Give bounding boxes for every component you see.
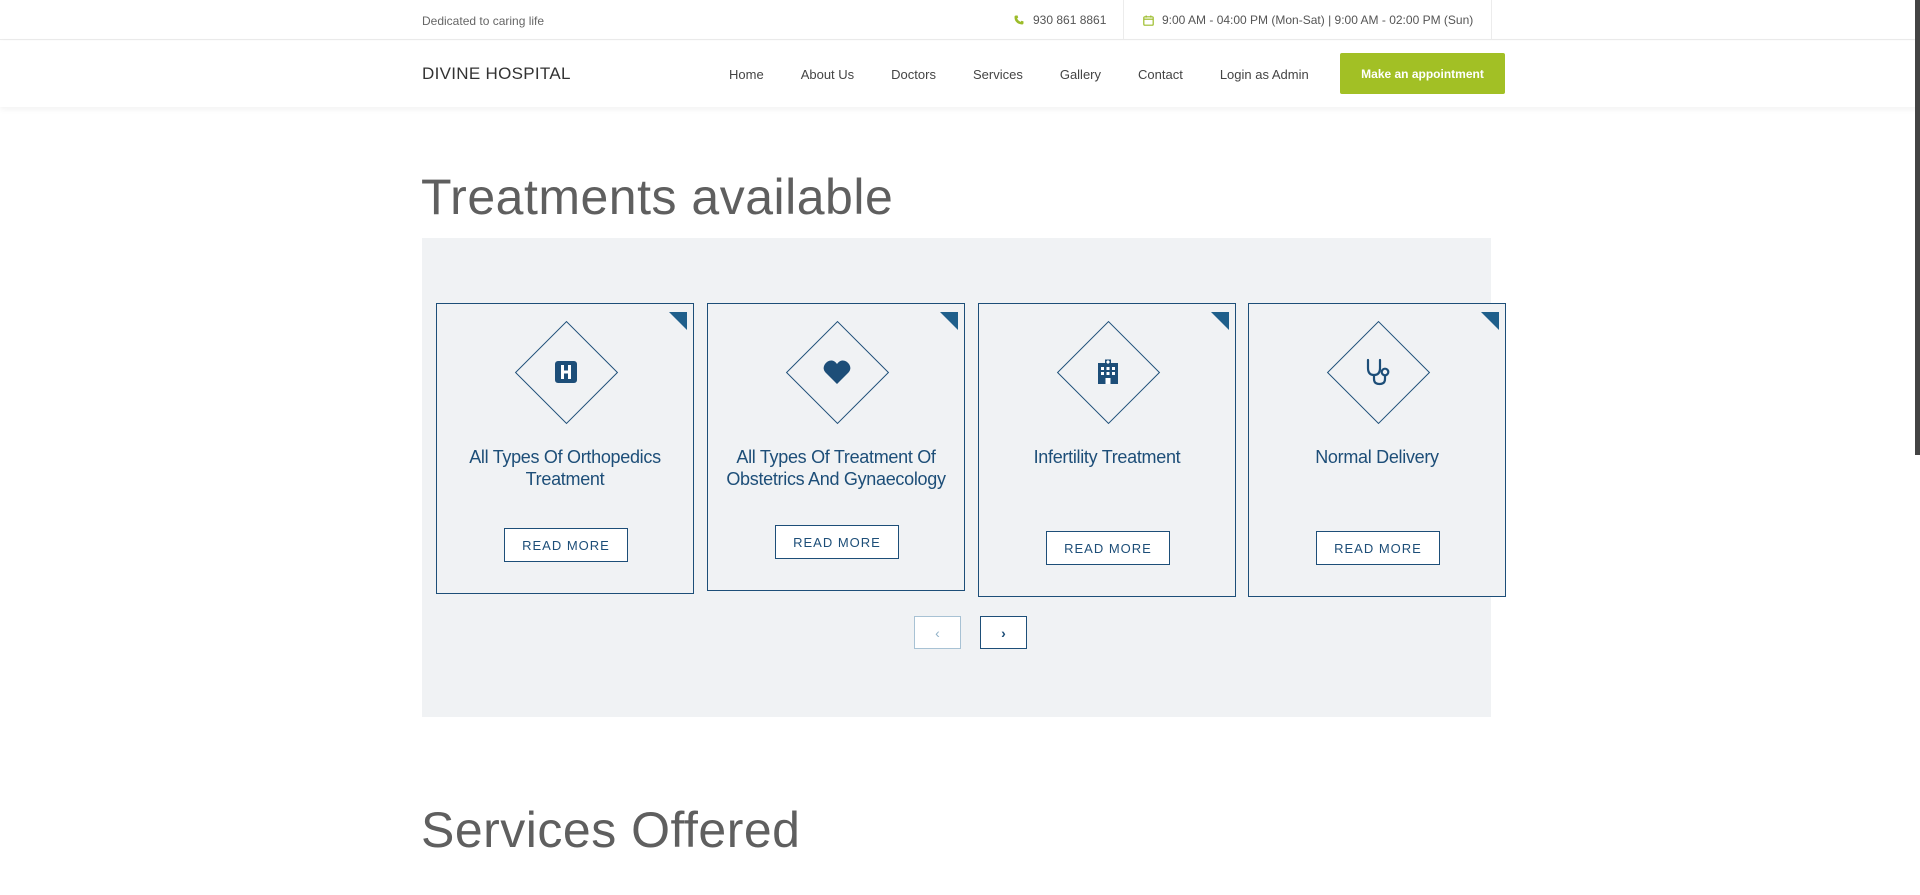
nav-home[interactable]: Home [729, 67, 764, 82]
card-corner-marker [940, 312, 958, 330]
brand-logo[interactable]: DIVINE HOSPITAL [422, 64, 571, 84]
main-nav: Home About Us Doctors Services Gallery C… [729, 41, 1309, 107]
read-more-button[interactable]: READ MORE [504, 528, 628, 562]
card-icon-frame [514, 320, 618, 424]
hospital-h-icon [551, 357, 581, 387]
hospital-building-icon [1093, 357, 1123, 387]
card-title: All Types Of Treatment Of Obstetrics And… [726, 447, 946, 489]
stethoscope-icon [1363, 357, 1393, 387]
make-appointment-button[interactable]: Make an appointment [1340, 53, 1505, 94]
carousel-prev-button[interactable]: ‹ [914, 616, 961, 649]
card-title: Infertility Treatment [1033, 447, 1181, 467]
card-corner-marker [669, 312, 687, 330]
services-title: Services Offered [421, 802, 801, 858]
nav-about-us[interactable]: About Us [801, 67, 854, 82]
page-scrollbar[interactable] [1915, 0, 1920, 455]
card-title: All Types Of Orthopedics Treatment [469, 447, 661, 489]
treatment-card: All Types Of Orthopedics Treatment READ … [436, 303, 694, 594]
card-title: Normal Delivery [1315, 447, 1439, 467]
treatment-card: All Types Of Treatment Of Obstetrics And… [707, 303, 965, 591]
read-more-button[interactable]: READ MORE [1316, 531, 1440, 565]
heart-icon [822, 357, 852, 387]
nav-gallery[interactable]: Gallery [1060, 67, 1101, 82]
nav-doctors[interactable]: Doctors [891, 67, 936, 82]
read-more-button[interactable]: READ MORE [1046, 531, 1170, 565]
nav-contact[interactable]: Contact [1138, 67, 1183, 82]
treatments-title: Treatments available [421, 169, 894, 225]
card-icon-frame [1326, 320, 1430, 424]
phone-icon [1013, 14, 1025, 26]
nav-services[interactable]: Services [973, 67, 1023, 82]
card-icon-frame [1056, 320, 1160, 424]
card-corner-marker [1211, 312, 1229, 330]
treatment-card: Normal Delivery READ MORE [1248, 303, 1506, 597]
card-corner-marker [1481, 312, 1499, 330]
card-icon-frame [785, 320, 889, 424]
top-info-bar: Dedicated to caring life 930 861 8861 9:… [0, 0, 1920, 40]
tagline: Dedicated to caring life [422, 14, 545, 28]
phone-number: 930 861 8861 [1033, 13, 1107, 27]
opening-hours: 9:00 AM - 04:00 PM (Mon-Sat) | 9:00 AM -… [1123, 0, 1493, 40]
main-header: DIVINE HOSPITAL Home About Us Doctors Se… [0, 41, 1920, 107]
read-more-button[interactable]: READ MORE [775, 525, 899, 559]
carousel-next-button[interactable]: › [980, 616, 1027, 649]
treatment-card: Infertility Treatment READ MORE [978, 303, 1236, 597]
nav-login-admin[interactable]: Login as Admin [1220, 67, 1309, 82]
hours-text: 9:00 AM - 04:00 PM (Mon-Sat) | 9:00 AM -… [1162, 13, 1474, 27]
phone-contact[interactable]: 930 861 8861 [1013, 0, 1106, 40]
calendar-icon [1142, 14, 1154, 26]
